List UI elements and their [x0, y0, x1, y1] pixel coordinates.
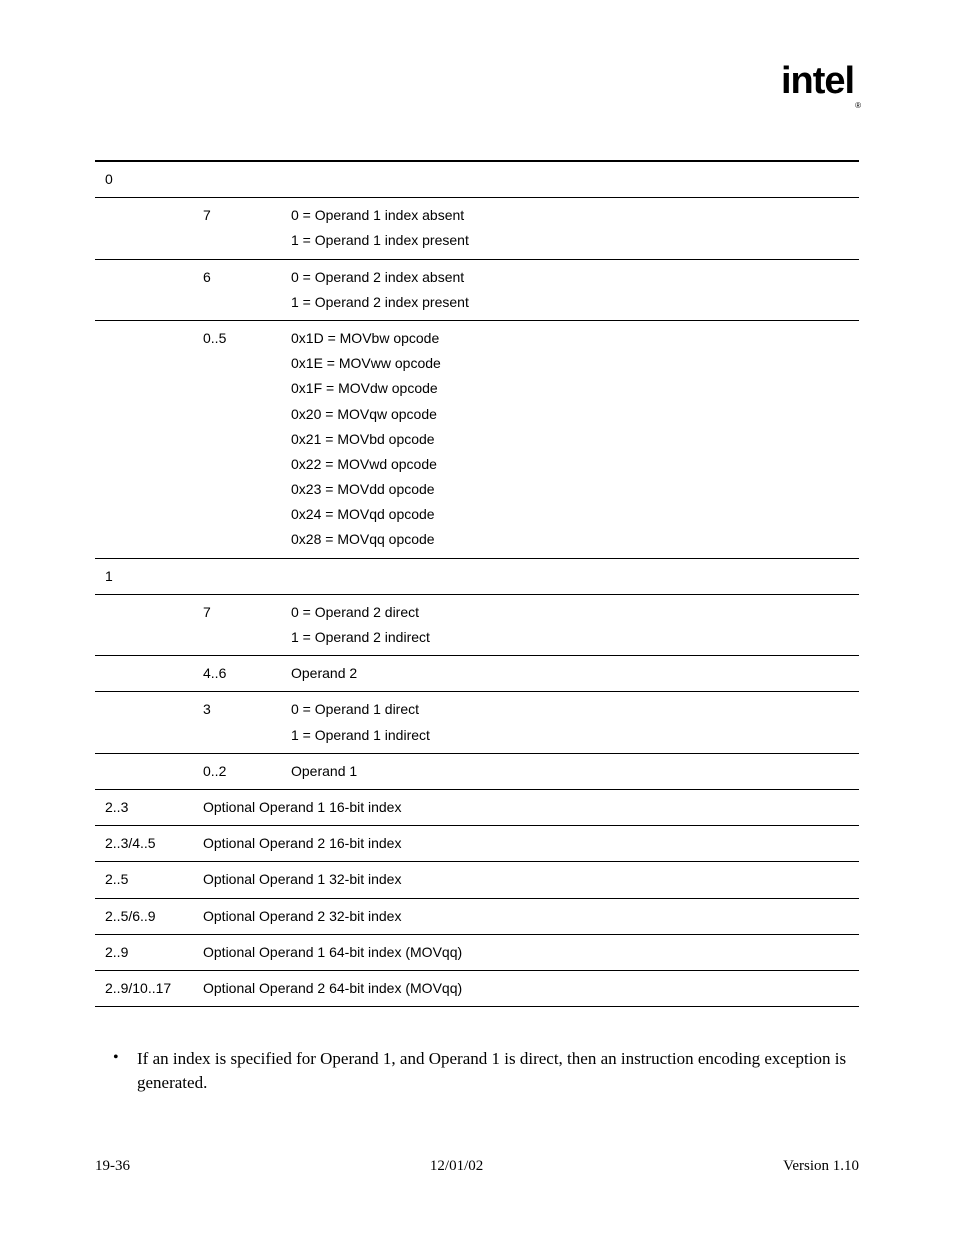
byte-cell: 2..9 [95, 934, 193, 970]
page-number: 19-36 [95, 1158, 130, 1175]
description-cell: Optional Operand 1 64-bit index (MOVqq) [193, 934, 859, 970]
table-row: 1 [95, 558, 859, 594]
table-row: 2..5/6..9Optional Operand 2 32-bit index [95, 898, 859, 934]
byte-cell [95, 753, 193, 789]
byte-cell: 2..5 [95, 862, 193, 898]
description-cell: 0 = Operand 1 direct1 = Operand 1 indire… [281, 692, 859, 753]
table-row: 70 = Operand 2 direct1 = Operand 2 indir… [95, 594, 859, 655]
byte-cell [95, 320, 193, 558]
bit-cell: 4..6 [193, 656, 281, 692]
bit-cell [193, 558, 281, 594]
bit-cell: 7 [193, 594, 281, 655]
footer-date: 12/01/02 [430, 1158, 483, 1175]
table-row: 2..3Optional Operand 1 16-bit index [95, 789, 859, 825]
description-cell: 0 = Operand 2 direct1 = Operand 2 indire… [281, 594, 859, 655]
logo-registered: ® [855, 101, 860, 110]
table-row: 2..3/4..5Optional Operand 2 16-bit index [95, 826, 859, 862]
description-cell: Operand 1 [281, 753, 859, 789]
bit-cell: 0..2 [193, 753, 281, 789]
byte-cell: 1 [95, 558, 193, 594]
table-row: 4..6Operand 2 [95, 656, 859, 692]
bit-cell: 7 [193, 198, 281, 259]
notes-list: • If an index is specified for Operand 1… [95, 1047, 859, 1095]
bit-cell: 3 [193, 692, 281, 753]
table-row: 0..50x1D = MOVbw opcode0x1E = MOVww opco… [95, 320, 859, 558]
table-row: 30 = Operand 1 direct1 = Operand 1 indir… [95, 692, 859, 753]
description-cell [281, 558, 859, 594]
table-row: 2..5Optional Operand 1 32-bit index [95, 862, 859, 898]
bit-cell: 0..5 [193, 320, 281, 558]
encoding-table: 070 = Operand 1 index absent1 = Operand … [95, 160, 859, 1007]
byte-cell: 2..3 [95, 789, 193, 825]
description-cell [281, 161, 859, 198]
byte-cell: 2..9/10..17 [95, 970, 193, 1006]
logo-text: intel [781, 60, 854, 102]
page-footer: 19-36 12/01/02 Version 1.10 [95, 1158, 859, 1175]
note-text: If an index is specified for Operand 1, … [137, 1047, 859, 1095]
bit-cell [193, 161, 281, 198]
byte-cell: 2..5/6..9 [95, 898, 193, 934]
byte-cell: 2..3/4..5 [95, 826, 193, 862]
byte-cell [95, 259, 193, 320]
description-cell: Optional Operand 2 64-bit index (MOVqq) [193, 970, 859, 1006]
table-row: 2..9/10..17Optional Operand 2 64-bit ind… [95, 970, 859, 1006]
description-cell: Optional Operand 2 32-bit index [193, 898, 859, 934]
note-item: • If an index is specified for Operand 1… [113, 1047, 859, 1095]
description-cell: 0 = Operand 1 index absent1 = Operand 1 … [281, 198, 859, 259]
description-cell: Optional Operand 2 16-bit index [193, 826, 859, 862]
bullet-icon: • [113, 1047, 137, 1069]
description-cell: Operand 2 [281, 656, 859, 692]
table-row: 2..9Optional Operand 1 64-bit index (MOV… [95, 934, 859, 970]
main-content: 070 = Operand 1 index absent1 = Operand … [95, 160, 859, 1095]
table-row: 0 [95, 161, 859, 198]
intel-logo: intel® [781, 62, 859, 104]
table-row: 0..2Operand 1 [95, 753, 859, 789]
byte-cell [95, 692, 193, 753]
bit-cell: 6 [193, 259, 281, 320]
byte-cell [95, 198, 193, 259]
table-row: 70 = Operand 1 index absent1 = Operand 1… [95, 198, 859, 259]
description-cell: Optional Operand 1 16-bit index [193, 789, 859, 825]
description-cell: 0 = Operand 2 index absent1 = Operand 2 … [281, 259, 859, 320]
byte-cell [95, 656, 193, 692]
byte-cell: 0 [95, 161, 193, 198]
byte-cell [95, 594, 193, 655]
description-cell: Optional Operand 1 32-bit index [193, 862, 859, 898]
description-cell: 0x1D = MOVbw opcode0x1E = MOVww opcode0x… [281, 320, 859, 558]
table-row: 60 = Operand 2 index absent1 = Operand 2… [95, 259, 859, 320]
footer-version: Version 1.10 [783, 1158, 859, 1175]
